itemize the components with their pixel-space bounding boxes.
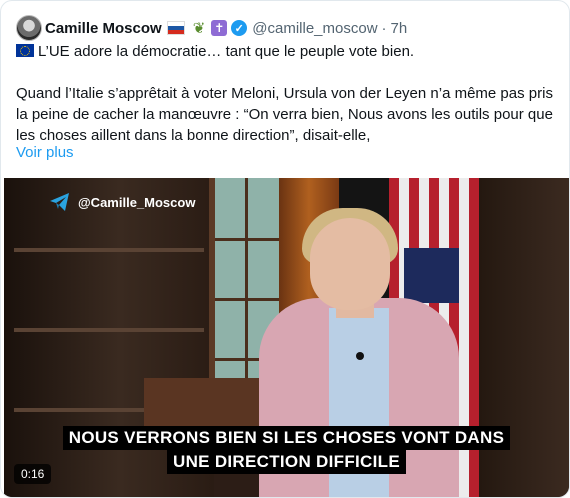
tweet-paragraph-2: Quand l’Italie s’apprêtait à voter Melon… (16, 85, 553, 144)
subtitle-line-1: NOUS VERRONS BIEN SI LES CHOSES VONT DAN… (62, 426, 511, 450)
video-speaker-face (310, 218, 390, 310)
olive-branch-icon: ❦ (192, 20, 206, 37)
avatar-icon[interactable] (16, 15, 42, 41)
tweet-timestamp[interactable]: 7h (391, 20, 408, 37)
subtitle-line-2: UNE DIRECTION DIFFICILE (167, 450, 406, 474)
video-subtitles: NOUS VERRONS BIEN SI LES CHOSES VONT DAN… (4, 426, 569, 474)
lapel-microphone (356, 352, 364, 360)
show-more-link[interactable]: Voir plus (16, 144, 74, 161)
video-player[interactable]: @Camille_Moscow NOUS VERRONS BIEN SI LES… (4, 178, 569, 497)
author-handle[interactable]: @camille_moscow (252, 20, 377, 37)
tweet-card[interactable]: Camille Moscow ❦ ✝ ✓ @camille_moscow · 7… (0, 0, 570, 498)
tweet-text: L’UE adore la démocratie… tant que le pe… (16, 41, 556, 146)
verified-badge-icon[interactable]: ✓ (231, 20, 248, 36)
telegram-icon (48, 190, 72, 214)
tweet-header: Camille Moscow ❦ ✝ ✓ @camille_moscow · 7… (45, 17, 407, 39)
tweet-paragraph-1-text: L’UE adore la démocratie… tant que le pe… (38, 43, 415, 60)
video-timestamp: 0:16 (14, 464, 52, 484)
watermark-text: @Camille_Moscow (78, 194, 196, 210)
tweet-paragraph-1: L’UE adore la démocratie… tant que le pe… (16, 41, 556, 62)
russia-flag-icon (166, 21, 185, 35)
author-name[interactable]: Camille Moscow (45, 20, 162, 37)
eu-flag-icon (16, 44, 34, 57)
separator-dot: · (381, 19, 387, 37)
video-watermark: @Camille_Moscow (48, 190, 195, 214)
orthodox-cross-icon: ✝ (211, 20, 228, 36)
